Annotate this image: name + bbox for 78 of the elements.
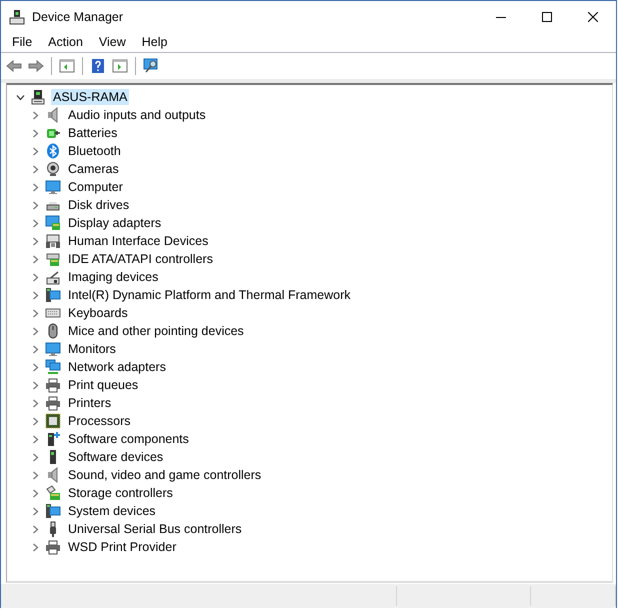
menu-item[interactable]: View [90,35,134,49]
window-title: Device Manager [32,10,124,24]
tree-item[interactable]: Universal Serial Bus controllers [66,521,244,537]
controls-icon [45,233,61,249]
expand-chevron-icon[interactable] [31,236,40,246]
tree-item[interactable]: Human Interface Devices [66,233,210,249]
tree-item[interactable]: Software devices [66,449,166,465]
tree-item[interactable]: Network adapters [66,359,168,375]
expand-chevron-icon[interactable] [31,524,40,534]
display-adapter-icon [45,215,61,231]
expand-chevron-icon[interactable] [31,308,40,318]
scanner-icon [45,269,61,285]
menu-item[interactable]: File [4,35,40,49]
expand-chevron-icon[interactable] [31,488,40,498]
tree-item[interactable]: Software components [66,431,191,447]
computer-icon [30,89,46,105]
webcam-icon [45,161,61,177]
expand-chevron-icon[interactable] [31,182,40,192]
monitor-icon [45,179,61,195]
printer-icon [45,395,61,411]
tree-item[interactable]: Printers [66,395,114,411]
expand-chevron-icon[interactable] [31,290,40,300]
expand-chevron-icon[interactable] [31,344,40,354]
tree-item[interactable]: Disk drives [66,197,132,213]
expand-chevron-icon[interactable] [31,326,40,336]
component-icon [45,431,61,447]
expand-chevron-icon[interactable] [31,506,40,516]
expand-chevron-icon[interactable] [31,164,40,174]
close-icon [588,12,598,22]
tree-item[interactable]: Processors [66,413,133,429]
tree-item[interactable]: Imaging devices [66,269,160,285]
tree-item[interactable]: Monitors [66,341,118,357]
system-board-icon [45,287,61,303]
printer-icon [45,377,61,393]
controller-card-icon [45,251,61,267]
expand-chevron-icon[interactable] [31,398,40,408]
menu-item[interactable]: Action [40,35,91,49]
expand-chevron-icon[interactable] [31,470,40,480]
expand-chevron-icon[interactable] [31,542,40,552]
app-icon [9,8,25,24]
menu-item[interactable]: Help [134,35,176,49]
expand-chevron-icon[interactable] [31,128,40,138]
tree-item[interactable]: Audio inputs and outputs [66,107,208,123]
tree-item[interactable]: Computer [66,179,125,195]
expand-chevron-icon[interactable] [31,416,40,426]
monitor-icon [45,341,61,357]
expand-chevron-icon[interactable] [31,146,40,156]
expand-chevron-icon[interactable] [31,110,40,120]
tree-item[interactable]: WSD Print Provider [66,539,178,555]
tree-item[interactable]: System devices [66,503,158,519]
expand-chevron-icon[interactable] [31,434,40,444]
expand-chevron-icon[interactable] [31,380,40,390]
expand-chevron-icon[interactable] [31,452,40,462]
collapse-chevron-icon[interactable] [16,92,25,102]
tree-item[interactable]: Bluetooth [66,143,123,159]
expand-chevron-icon[interactable] [31,272,40,282]
system-board-icon [45,503,61,519]
tree-item[interactable]: Batteries [66,125,120,141]
tree-item[interactable]: Storage controllers [66,485,175,501]
network-icon [45,359,61,375]
expand-chevron-icon[interactable] [31,254,40,264]
expand-chevron-icon[interactable] [31,362,40,372]
maximize-icon [542,12,552,22]
tree-item[interactable]: Sound, video and game controllers [66,467,264,483]
tree-item[interactable]: IDE ATA/ATAPI controllers [66,251,215,267]
processor-icon [45,413,61,429]
tree-item[interactable]: Keyboards [66,305,130,321]
tree-item[interactable]: Print queues [66,377,140,393]
bluetooth-icon [45,143,61,159]
tree-item[interactable]: Intel(R) Dynamic Platform and Thermal Framework [66,287,352,303]
tree-item[interactable]: Mice and other pointing devices [66,323,246,339]
expand-chevron-icon[interactable] [31,200,40,210]
printer-icon [45,539,61,555]
storage-controller-icon [45,485,61,501]
tree-item[interactable]: Display adapters [66,215,164,231]
tree-item[interactable]: Cameras [66,161,121,177]
tree-item[interactable]: ASUS-RAMA [51,89,130,105]
expand-chevron-icon[interactable] [31,218,40,228]
